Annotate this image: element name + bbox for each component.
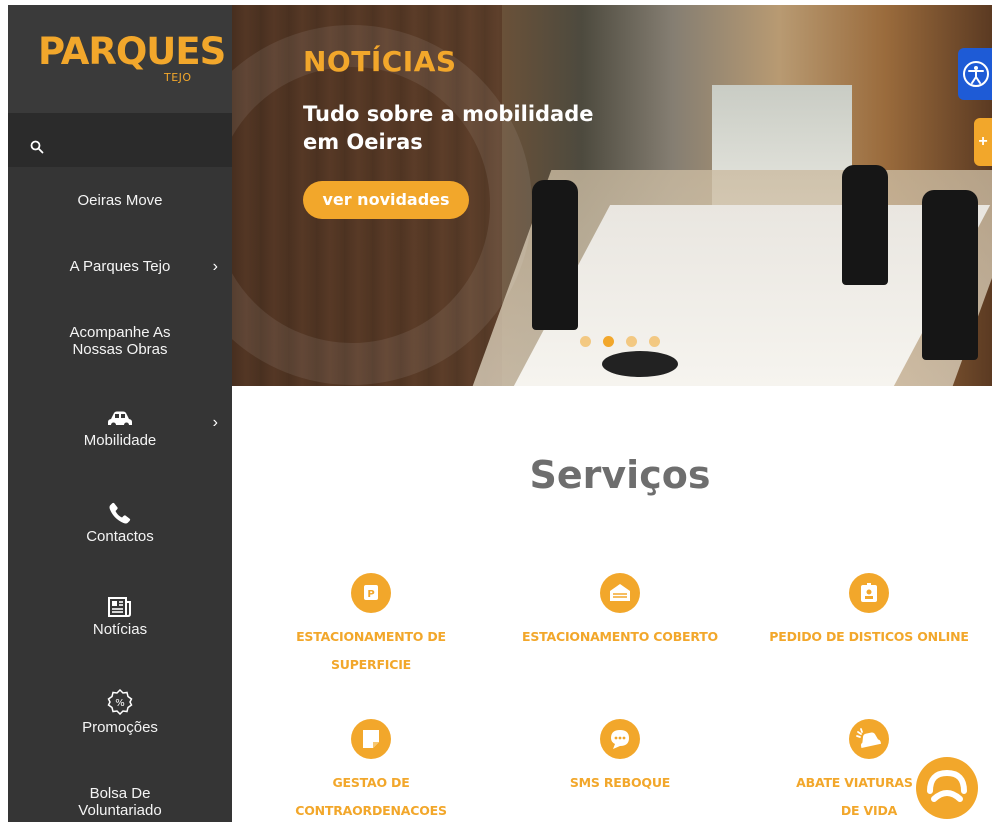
- hero-chair: [842, 165, 888, 285]
- ver-novidades-button[interactable]: ver novidades: [303, 181, 469, 219]
- sidebar-item-label: Mobilidade: [83, 432, 157, 449]
- percent-badge-icon: %: [107, 689, 133, 715]
- side-tab-button[interactable]: +: [974, 118, 992, 166]
- service-item[interactable]: ESTACIONAMENTO COBERTO: [505, 573, 735, 651]
- service-label: PEDIDO DE DISTICOS ONLINE: [769, 629, 969, 644]
- hero-chair: [532, 180, 578, 330]
- chat-widget-button[interactable]: [916, 757, 978, 819]
- sidebar-item-oeiras-move[interactable]: Oeiras Move: [8, 192, 232, 209]
- hero-subtitle: Tudo sobre a mobilidade em Oeiras: [303, 102, 594, 154]
- service-label: ESTACIONAMENTO DE SUPERFICIE: [296, 629, 446, 672]
- logo[interactable]: PARQUES TEJO: [8, 5, 232, 113]
- accessibility-button[interactable]: [958, 48, 992, 100]
- svg-text:P: P: [367, 589, 374, 600]
- logo-subtext: TEJO: [164, 71, 192, 84]
- sidebar-item-label: Promoções: [82, 719, 158, 736]
- chat-bubble-icon: [600, 719, 640, 759]
- newspaper-icon: [108, 597, 131, 617]
- chevron-right-icon: ›: [212, 413, 218, 431]
- car-crash-icon: [849, 719, 889, 759]
- logo-text: PARQUES: [38, 30, 226, 73]
- chat-logo-icon: [927, 769, 967, 802]
- sidebar-item-noticias[interactable]: Notícias: [8, 597, 232, 638]
- hero-mousepad: [602, 351, 678, 377]
- sidebar-item-label: Notícias: [92, 621, 148, 638]
- sidebar-item-contactos[interactable]: Contactos: [8, 502, 232, 545]
- car-icon: [108, 411, 132, 428]
- sidebar-item-label: Bolsa De Voluntariado: [78, 785, 162, 819]
- slider-dot[interactable]: [603, 336, 614, 347]
- sidebar-item-label: A Parques Tejo: [69, 258, 171, 275]
- hero-chair: [922, 190, 978, 360]
- sidebar-item-obras[interactable]: Acompanhe As Nossas Obras: [8, 324, 232, 358]
- garage-icon: [600, 573, 640, 613]
- sidebar-item-promocoes[interactable]: % Promoções: [8, 689, 232, 736]
- badge-icon: [849, 573, 889, 613]
- chevron-right-icon: ›: [212, 257, 218, 275]
- parking-icon: P: [351, 573, 391, 613]
- service-label: GESTAO DE CONTRAORDENACOES: [295, 775, 447, 818]
- search-icon[interactable]: [30, 140, 44, 154]
- phone-icon: [109, 502, 131, 524]
- sidebar: PARQUES TEJO Oeiras Move A Parques Tejo …: [8, 5, 232, 822]
- service-item[interactable]: P ESTACIONAMENTO DE SUPERFICIE: [256, 573, 486, 679]
- service-item[interactable]: PEDIDO DE DISTICOS ONLINE: [754, 573, 984, 651]
- slider-dot[interactable]: [626, 336, 637, 347]
- document-icon: [351, 719, 391, 759]
- slider-dot[interactable]: [649, 336, 660, 347]
- service-item[interactable]: SMS REBOQUE: [505, 719, 735, 797]
- services-title: Serviços: [529, 453, 711, 497]
- service-item[interactable]: GESTAO DE CONTRAORDENACOES: [256, 719, 486, 822]
- service-label: SMS REBOQUE: [569, 775, 671, 790]
- accessibility-icon: [963, 61, 989, 87]
- sidebar-item-mobilidade[interactable]: Mobilidade ›: [8, 410, 232, 449]
- slider-dot[interactable]: [580, 336, 591, 347]
- sidebar-item-label: Acompanhe As Nossas Obras: [69, 324, 171, 358]
- search-bar[interactable]: [8, 113, 232, 167]
- svg-text:%: %: [115, 698, 125, 709]
- hero-title: NOTÍCIAS: [303, 45, 457, 78]
- hero-slider: NOTÍCIAS Tudo sobre a mobilidade em Oeir…: [232, 5, 992, 386]
- sidebar-item-bolsa-voluntariado[interactable]: Bolsa De Voluntariado: [8, 785, 232, 819]
- sidebar-item-label: Oeiras Move: [77, 192, 163, 209]
- slider-dots: [580, 334, 672, 347]
- service-label: ESTACIONAMENTO COBERTO: [522, 629, 718, 644]
- sidebar-item-label: Contactos: [86, 528, 154, 545]
- sidebar-item-a-parques-tejo[interactable]: A Parques Tejo ›: [8, 257, 232, 276]
